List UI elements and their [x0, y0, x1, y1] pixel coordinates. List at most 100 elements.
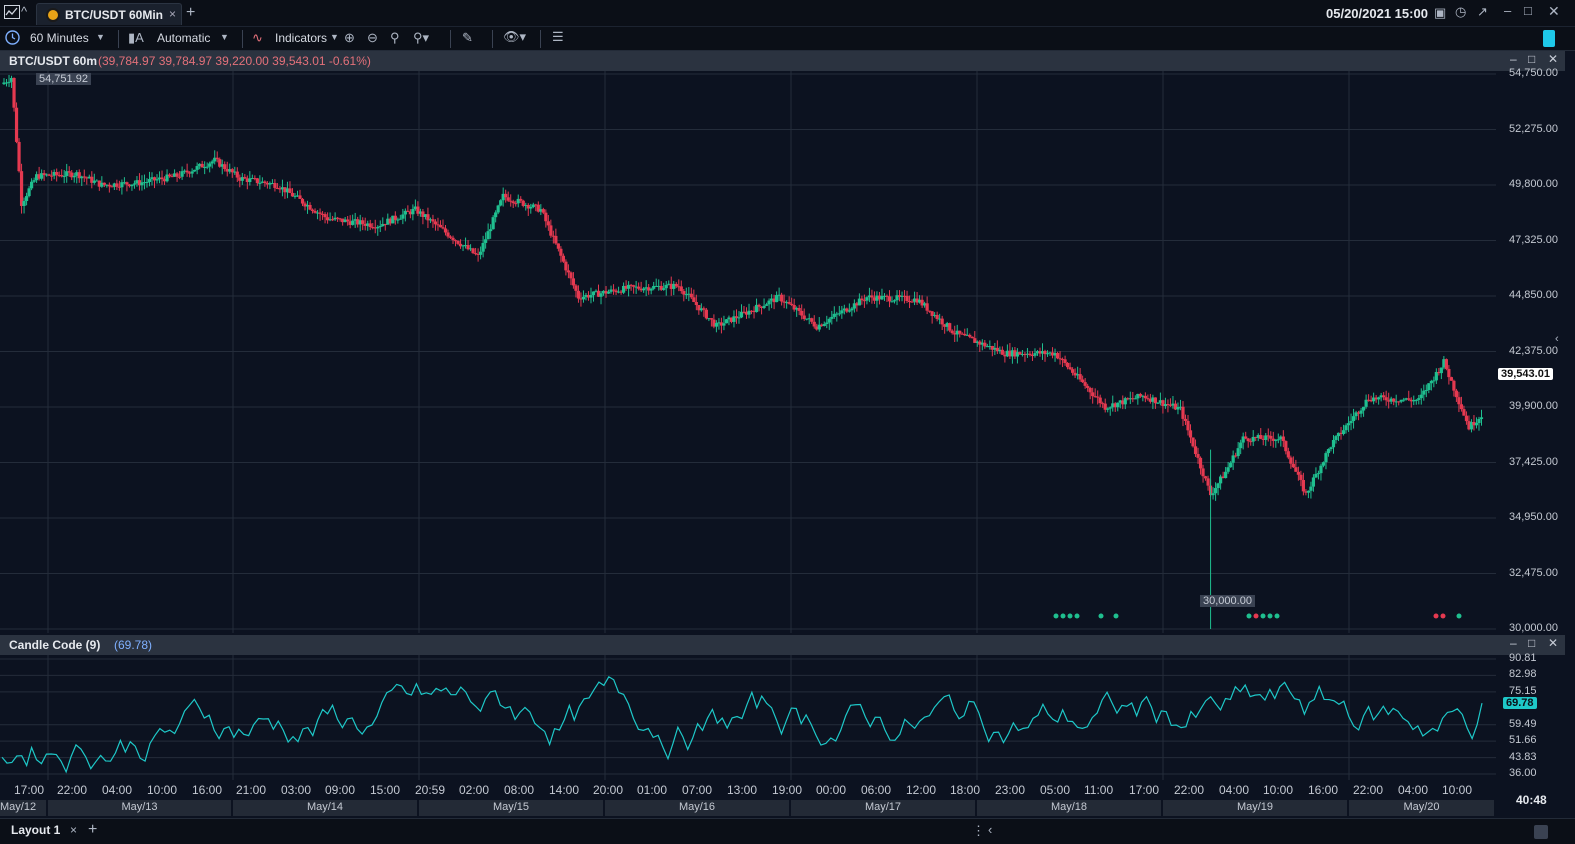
- last-price-badge: 39,543.01: [1498, 368, 1553, 380]
- layout-add-icon[interactable]: +: [88, 821, 97, 839]
- scroll-left-icon[interactable]: ‹: [988, 822, 992, 837]
- chevron-up-icon[interactable]: ^: [21, 4, 27, 19]
- candle-body: [1434, 371, 1438, 381]
- zoom-out-icon[interactable]: ⊖: [367, 30, 378, 46]
- price-chart[interactable]: [0, 71, 1575, 633]
- candle-code-chart[interactable]: [0, 655, 1575, 780]
- candle-body: [606, 291, 611, 294]
- collapse-axis-icon[interactable]: ‹: [1555, 333, 1559, 345]
- candle-body: [1193, 446, 1198, 455]
- panel-toggle-icon[interactable]: [1543, 30, 1555, 47]
- minimize-window-icon[interactable]: –: [1504, 3, 1511, 18]
- candle-body: [1454, 390, 1459, 398]
- price-axis-label: 52,275.00: [1509, 122, 1558, 135]
- candle-body: [554, 235, 558, 244]
- panel-minimize-icon[interactable]: –: [1510, 636, 1517, 650]
- panel-maximize-icon[interactable]: □: [1528, 636, 1535, 650]
- chevron-down-icon[interactable]: ▼: [220, 32, 229, 42]
- candle-body: [1239, 442, 1243, 449]
- candle-body: [351, 220, 355, 225]
- candle-body: [702, 308, 706, 310]
- time-axis-label: 10:00: [1442, 783, 1473, 797]
- more-vertical-icon[interactable]: ⋮: [972, 823, 985, 839]
- calendar-icon[interactable]: ▣: [1434, 5, 1446, 21]
- trend-icon[interactable]: ↗: [1477, 4, 1488, 20]
- candle-type-icon[interactable]: ▮A: [128, 30, 144, 46]
- candle-body: [290, 192, 295, 197]
- candle-body: [145, 181, 149, 183]
- candle-body: [642, 288, 646, 291]
- panel-close-icon[interactable]: ✕: [1548, 636, 1558, 650]
- zoom-options-icon[interactable]: ⚲▾: [413, 30, 429, 46]
- candle-body: [649, 288, 653, 291]
- candle-body: [50, 175, 54, 177]
- app-logo-icon[interactable]: [4, 5, 20, 22]
- candle-body: [576, 290, 581, 299]
- candle-body: [1106, 408, 1110, 410]
- scale-mode-select[interactable]: Automatic: [157, 31, 210, 45]
- zoom-fit-icon[interactable]: ⚲: [390, 30, 400, 46]
- candle-body: [1349, 421, 1353, 424]
- interval-select[interactable]: 60 Minutes: [30, 31, 89, 45]
- time-axis-label: 05:00: [1040, 783, 1071, 797]
- candle-body: [1326, 449, 1331, 454]
- candle-body: [1183, 418, 1188, 421]
- signal-dot: [1456, 613, 1462, 619]
- layout-close-icon[interactable]: ×: [70, 823, 77, 837]
- divider: [450, 30, 451, 48]
- candle-body: [456, 240, 460, 244]
- candle-body: [1477, 419, 1481, 423]
- candle-body: [870, 295, 874, 298]
- candle-body: [1359, 410, 1363, 414]
- candle-body: [1231, 455, 1235, 463]
- candle-body: [1068, 367, 1072, 370]
- panel-close-icon[interactable]: ✕: [1548, 52, 1558, 66]
- candle-body: [1116, 402, 1120, 408]
- candle-body: [82, 176, 86, 178]
- settings-sliders-icon[interactable]: ☰: [552, 29, 564, 45]
- candle-body: [860, 298, 864, 301]
- candle-body: [1311, 477, 1316, 487]
- candle-body: [1091, 392, 1095, 397]
- visibility-eye-icon[interactable]: 👁▾: [503, 29, 526, 45]
- tab-close-icon[interactable]: ×: [169, 7, 176, 21]
- clock-icon[interactable]: ◷: [1455, 4, 1466, 20]
- candle-body: [494, 212, 498, 218]
- maximize-window-icon[interactable]: □: [1524, 3, 1532, 18]
- indicators-icon: ∿: [252, 30, 263, 45]
- candle-body: [1314, 473, 1318, 478]
- candle-body: [107, 184, 111, 187]
- candle-body: [323, 214, 327, 218]
- candle-body: [1276, 439, 1280, 441]
- indicators-button[interactable]: Indicators: [275, 31, 327, 45]
- candle-body: [662, 288, 666, 290]
- time-axis-label: 09:00: [325, 783, 356, 797]
- chevron-down-icon[interactable]: ▼: [330, 32, 339, 42]
- clock-interval-icon: [5, 30, 20, 48]
- zoom-in-icon[interactable]: ⊕: [344, 30, 355, 46]
- chart-tab[interactable]: BTC/USDT 60Min ×: [36, 3, 182, 25]
- candle-body: [762, 305, 766, 308]
- candle-body: [1246, 438, 1250, 442]
- add-tab-icon[interactable]: +: [186, 4, 195, 22]
- price-axis-label: 37,425.00: [1509, 455, 1558, 468]
- candle-body: [812, 321, 816, 327]
- time-axis-label: 18:00: [950, 783, 981, 797]
- layout-tab[interactable]: Layout 1: [11, 823, 60, 837]
- candle-body: [694, 301, 698, 306]
- candle-body: [67, 171, 71, 173]
- time-axis-label: 20:59: [415, 783, 446, 797]
- candle-body: [310, 209, 315, 211]
- chevron-down-icon[interactable]: ▼: [96, 32, 105, 42]
- candle-body: [892, 300, 897, 302]
- panel-minimize-icon[interactable]: –: [1510, 52, 1517, 66]
- scrollbar-thumb[interactable]: [1534, 825, 1548, 839]
- candle-body: [1206, 478, 1210, 486]
- draw-pencil-icon[interactable]: ✎: [462, 30, 473, 46]
- candle-body: [1291, 463, 1295, 468]
- candle-body: [300, 198, 305, 204]
- close-window-icon[interactable]: ✕: [1548, 3, 1560, 20]
- candle-body: [1407, 398, 1411, 400]
- candle-body: [692, 297, 696, 302]
- panel-maximize-icon[interactable]: □: [1528, 52, 1535, 66]
